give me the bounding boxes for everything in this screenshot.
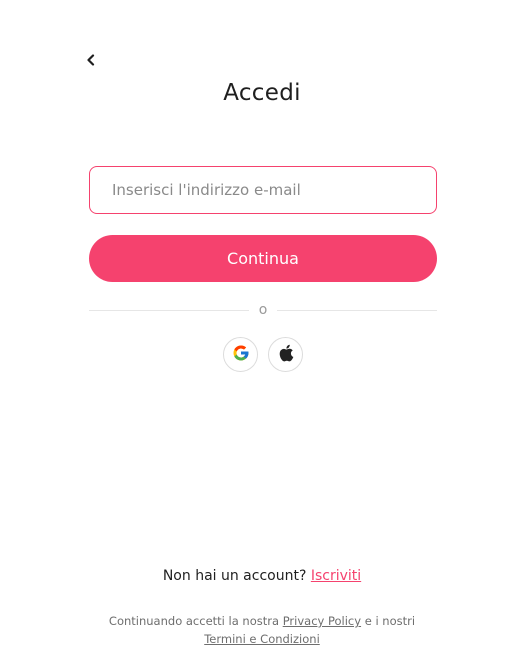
google-icon	[232, 344, 250, 365]
or-divider: o	[89, 300, 437, 320]
google-login-button[interactable]	[223, 337, 258, 372]
apple-icon	[278, 344, 294, 365]
legal-prefix: Continuando accetti la nostra	[108, 614, 280, 628]
terms-link[interactable]: Termini e Condizioni	[204, 632, 320, 646]
legal-middle: e i nostri	[364, 614, 416, 628]
continue-button[interactable]: Continua	[89, 235, 437, 282]
legal-text: Continuando accetti la nostra Privacy Po…	[0, 612, 524, 648]
chevron-left-icon	[86, 51, 96, 70]
divider-text: o	[258, 302, 268, 318]
signup-link[interactable]: Iscriviti	[311, 568, 361, 584]
signup-prompt: Non hai un account?	[162, 568, 307, 584]
signup-row: Non hai un account? Iscriviti	[0, 568, 524, 584]
email-field[interactable]	[89, 166, 437, 214]
divider-line-left	[89, 309, 249, 311]
divider-line-right	[277, 309, 437, 311]
apple-login-button[interactable]	[268, 337, 303, 372]
back-button[interactable]	[82, 50, 100, 70]
page-title: Accedi	[223, 80, 301, 106]
privacy-policy-link[interactable]: Privacy Policy	[283, 614, 361, 628]
